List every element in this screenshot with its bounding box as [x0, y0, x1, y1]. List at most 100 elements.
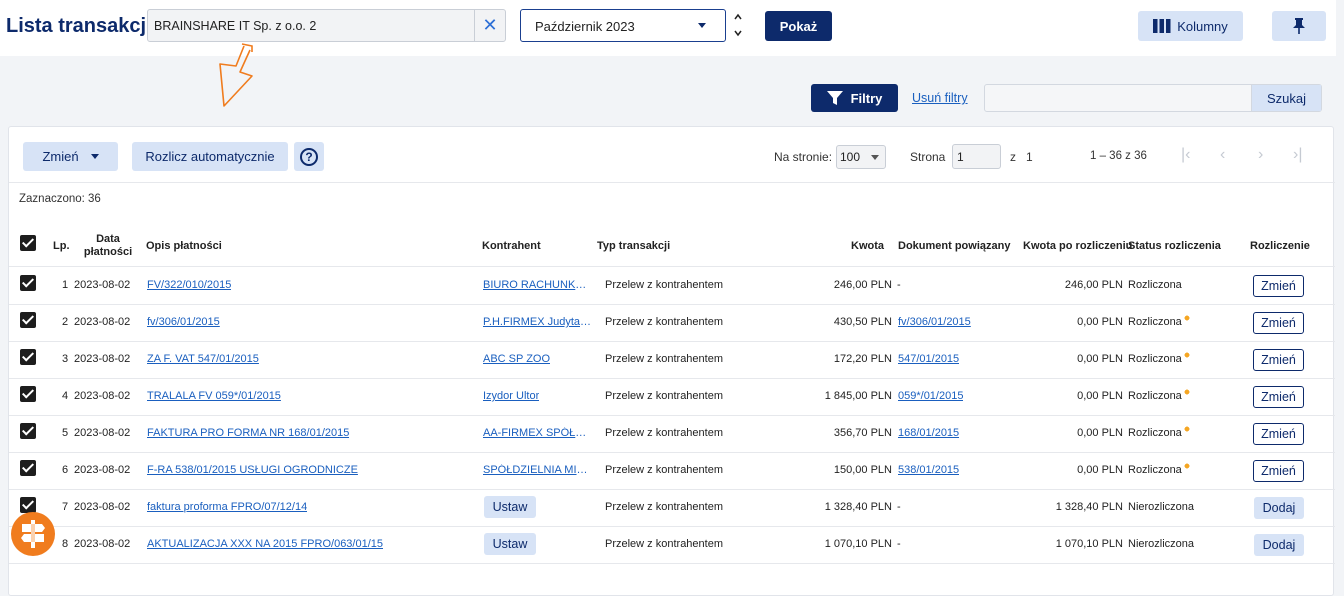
set-contractor-button[interactable]: Ustaw: [484, 533, 536, 555]
next-page-icon[interactable]: ›: [1258, 146, 1263, 164]
table-row[interactable]: 7 2023-08-02 faktura proforma FPRO/07/12…: [9, 490, 1335, 527]
row-status: Rozliczona: [1128, 462, 1191, 476]
table-row[interactable]: 8 2023-08-02 AKTUALIZACJA XXX NA 2015 FP…: [9, 527, 1335, 564]
selected-count: Zaznaczono: 36: [19, 193, 101, 205]
scrollbar[interactable]: [1336, 0, 1344, 583]
month-stepper[interactable]: [731, 12, 745, 42]
clear-company-icon[interactable]: ✕: [474, 10, 505, 41]
row-contractor-link[interactable]: ABC SP ZOO: [483, 353, 550, 365]
row-amount: 150,00 PLN: [833, 464, 892, 476]
auto-settled-icon: [1182, 388, 1191, 396]
table-row[interactable]: 1 2023-08-02 FV/322/010/2015 BIURO RACHU…: [9, 268, 1335, 305]
row-desc-link[interactable]: TRALALA FV 059*/01/2015: [147, 390, 281, 402]
select-all-checkbox[interactable]: [20, 235, 36, 251]
table-row[interactable]: 3 2023-08-02 ZA F. VAT 547/01/2015 ABC S…: [9, 342, 1335, 379]
header-after: Kwota po rozliczeniu: [1023, 240, 1133, 252]
row-change-button[interactable]: Zmień: [1253, 349, 1304, 371]
row-doc-link[interactable]: 538/01/2015: [898, 464, 959, 476]
row-doc-link[interactable]: fv/306/01/2015: [898, 316, 971, 328]
row-contractor-link[interactable]: BIURO RACHUNKOWOŚĆ...: [483, 279, 593, 291]
guide-signpost-button[interactable]: [11, 512, 55, 556]
row-type: Przelew z kontrahentem: [605, 316, 723, 328]
show-button[interactable]: Pokaż: [765, 11, 832, 41]
search-button[interactable]: Szukaj: [1251, 85, 1321, 111]
row-doc-link[interactable]: 168/01/2015: [898, 427, 959, 439]
row-lp: 2: [62, 316, 69, 328]
row-amount: 430,50 PLN: [833, 316, 892, 328]
row-after: 1 070,10 PLN: [1055, 538, 1123, 550]
table-row[interactable]: 4 2023-08-02 TRALALA FV 059*/01/2015 Izy…: [9, 379, 1335, 416]
prev-page-icon[interactable]: ‹: [1220, 146, 1225, 164]
row-after: 0,00 PLN: [1077, 316, 1123, 328]
columns-button[interactable]: Kolumny: [1138, 11, 1243, 41]
row-contractor-link[interactable]: Izydor Ultor: [483, 390, 539, 402]
row-add-button[interactable]: Dodaj: [1254, 497, 1304, 519]
search-input[interactable]: Szukaj: [984, 84, 1322, 112]
table-header: Lp. Data płatności Opis płatności Kontra…: [9, 227, 1335, 267]
per-page-value: 100: [840, 150, 861, 164]
row-add-button[interactable]: Dodaj: [1254, 534, 1304, 556]
row-desc-link[interactable]: faktura proforma FPRO/07/12/14: [147, 501, 307, 513]
up-down-arrows-icon[interactable]: [733, 12, 743, 38]
row-desc-link[interactable]: ZA F. VAT 547/01/2015: [147, 353, 259, 365]
row-contractor-link[interactable]: SPÓŁDZIELNIA MIES...: [483, 464, 593, 476]
table-row[interactable]: 2 2023-08-02 fv/306/01/2015 P.H.FIRMEX J…: [9, 305, 1335, 342]
pin-button[interactable]: [1272, 11, 1326, 41]
transactions-card: Zmień Rozlicz automatycznie ? Na stronie…: [8, 126, 1335, 596]
row-date: 2023-08-02: [74, 501, 131, 513]
help-button[interactable]: ?: [294, 142, 324, 171]
table-row[interactable]: 5 2023-08-02 FAKTURA PRO FORMA NR 168/01…: [9, 416, 1335, 453]
divider: [9, 182, 1335, 183]
row-change-button[interactable]: Zmień: [1253, 460, 1304, 482]
row-desc-link[interactable]: F-RA 538/01/2015 USŁUGI OGRODNICZE: [147, 464, 358, 476]
row-checkbox[interactable]: [20, 460, 36, 476]
row-after: 0,00 PLN: [1077, 353, 1123, 365]
row-desc-link[interactable]: FV/322/010/2015: [147, 279, 231, 291]
chevron-down-icon: [871, 155, 879, 160]
header-type: Typ transakcji: [597, 240, 671, 252]
header-lp: Lp.: [53, 240, 70, 252]
change-dropdown-button[interactable]: Zmień: [23, 142, 118, 171]
company-input[interactable]: BRAINSHARE IT Sp. z o.o. 2 ✕: [147, 9, 506, 42]
page-title: Lista transakcji: [6, 15, 152, 37]
range-label: 1 – 36 z 36: [1090, 150, 1147, 162]
row-checkbox[interactable]: [20, 386, 36, 402]
row-status-text: Rozliczona: [1128, 427, 1182, 439]
auto-settle-button[interactable]: Rozlicz automatycznie: [132, 142, 288, 171]
table-row[interactable]: 6 2023-08-02 F-RA 538/01/2015 USŁUGI OGR…: [9, 453, 1335, 490]
page-label: Strona: [910, 150, 946, 164]
row-change-button[interactable]: Zmień: [1253, 275, 1304, 297]
page-number-input[interactable]: 1: [952, 144, 1001, 169]
filters-button[interactable]: Filtry: [811, 84, 898, 112]
header-date: Data płatności: [83, 233, 133, 258]
row-change-button[interactable]: Zmień: [1253, 423, 1304, 445]
row-amount: 172,20 PLN: [833, 353, 892, 365]
row-desc-link[interactable]: FAKTURA PRO FORMA NR 168/01/2015: [147, 427, 349, 439]
row-doc-link[interactable]: 547/01/2015: [898, 353, 959, 365]
row-change-button[interactable]: Zmień: [1253, 386, 1304, 408]
per-page-select[interactable]: 100: [836, 145, 886, 169]
row-change-button[interactable]: Zmień: [1253, 312, 1304, 334]
first-page-icon[interactable]: |‹: [1181, 146, 1190, 164]
row-desc-link[interactable]: fv/306/01/2015: [147, 316, 220, 328]
row-checkbox[interactable]: [20, 312, 36, 328]
pin-icon: [1293, 18, 1305, 34]
row-status: Rozliczona: [1128, 279, 1182, 291]
month-select[interactable]: Październik 2023: [520, 9, 726, 42]
row-checkbox[interactable]: [20, 423, 36, 439]
row-status-text: Rozliczona: [1128, 464, 1182, 476]
row-contractor-link[interactable]: P.H.FIRMEX Judyta R...: [483, 316, 593, 328]
columns-label: Kolumny: [1177, 18, 1228, 34]
row-amount: 356,70 PLN: [833, 427, 892, 439]
per-page-label: Na stronie:: [774, 150, 833, 164]
set-contractor-button[interactable]: Ustaw: [484, 496, 536, 518]
row-checkbox[interactable]: [20, 497, 36, 513]
row-type: Przelew z kontrahentem: [605, 427, 723, 439]
row-desc-link[interactable]: AKTUALIZACJA XXX NA 2015 FPRO/063/01/15: [147, 538, 383, 550]
row-checkbox[interactable]: [20, 275, 36, 291]
row-contractor-link[interactable]: AA-FIRMEX SPÓŁKA ...: [483, 427, 593, 439]
row-doc-link[interactable]: 059*/01/2015: [898, 390, 963, 402]
row-checkbox[interactable]: [20, 349, 36, 365]
clear-filters-link[interactable]: Usuń filtry: [912, 91, 968, 105]
last-page-icon[interactable]: ›|: [1293, 146, 1302, 164]
